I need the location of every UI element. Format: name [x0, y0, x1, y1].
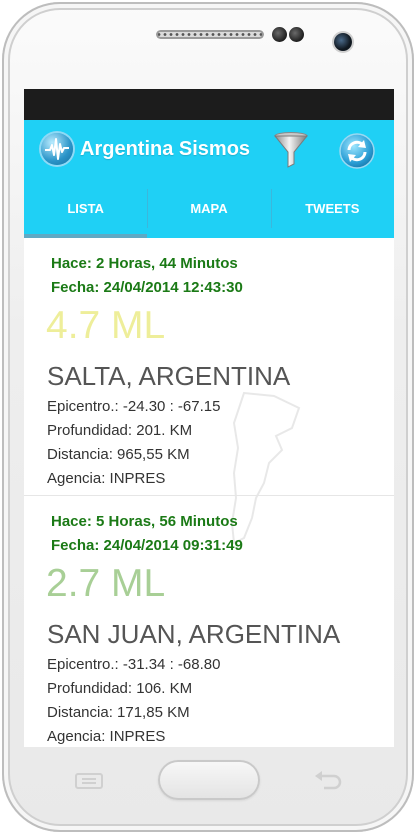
quake-list[interactable]: Hace: 2 Horas, 44 Minutos Fecha: 24/04/2…	[24, 238, 394, 747]
agency: Agencia: INPRES	[47, 470, 166, 487]
depth: Profundidad: 201. KM	[47, 422, 193, 439]
refresh-button[interactable]	[337, 131, 377, 171]
elapsed-time: Hace: 2 Horas, 44 Minutos	[51, 255, 238, 272]
agency: Agencia: INPRES	[47, 728, 166, 745]
magnitude: 4.7 ML	[46, 304, 166, 347]
location: SALTA, ARGENTINA	[47, 361, 291, 391]
back-icon[interactable]	[312, 770, 344, 792]
status-bar	[24, 89, 394, 120]
front-camera	[334, 33, 352, 51]
tab-lista[interactable]: LISTA	[24, 179, 147, 238]
tab-mapa[interactable]: MAPA	[147, 179, 270, 238]
list-item[interactable]: Hace: 5 Horas, 56 Minutos Fecha: 24/04/2…	[24, 496, 394, 747]
light-sensor	[289, 27, 304, 42]
seismograph-icon[interactable]	[41, 133, 73, 165]
proximity-sensor	[272, 27, 287, 42]
screen: Argentina Sismos LISTA MAPA TWEETS Hace:…	[24, 89, 394, 747]
menu-icon[interactable]	[72, 772, 106, 790]
distance: Distancia: 171,85 KM	[47, 704, 190, 721]
app-title: Argentina Sismos	[80, 138, 251, 160]
depth: Profundidad: 106. KM	[47, 680, 193, 697]
funnel-icon	[273, 132, 309, 168]
elapsed-time: Hace: 5 Horas, 56 Minutos	[51, 513, 238, 530]
distance: Distancia: 965,55 KM	[47, 446, 190, 463]
date-time: Fecha: 24/04/2014 09:31:49	[51, 537, 243, 554]
epicenter: Epicentro.: -31.34 : -68.80	[47, 656, 221, 673]
refresh-icon	[339, 133, 375, 169]
filter-button[interactable]	[271, 130, 311, 170]
location: SAN JUAN, ARGENTINA	[47, 619, 341, 649]
magnitude: 2.7 ML	[46, 562, 166, 605]
tab-bar: LISTA MAPA TWEETS	[24, 179, 394, 238]
date-time: Fecha: 24/04/2014 12:43:30	[51, 279, 243, 296]
home-button[interactable]	[158, 760, 260, 800]
earpiece-speaker	[156, 30, 264, 39]
tab-tweets[interactable]: TWEETS	[270, 179, 394, 238]
action-bar: Argentina Sismos	[24, 120, 394, 179]
epicenter: Epicentro.: -24.30 : -67.15	[47, 398, 221, 415]
list-item[interactable]: Hace: 2 Horas, 44 Minutos Fecha: 24/04/2…	[24, 238, 394, 496]
